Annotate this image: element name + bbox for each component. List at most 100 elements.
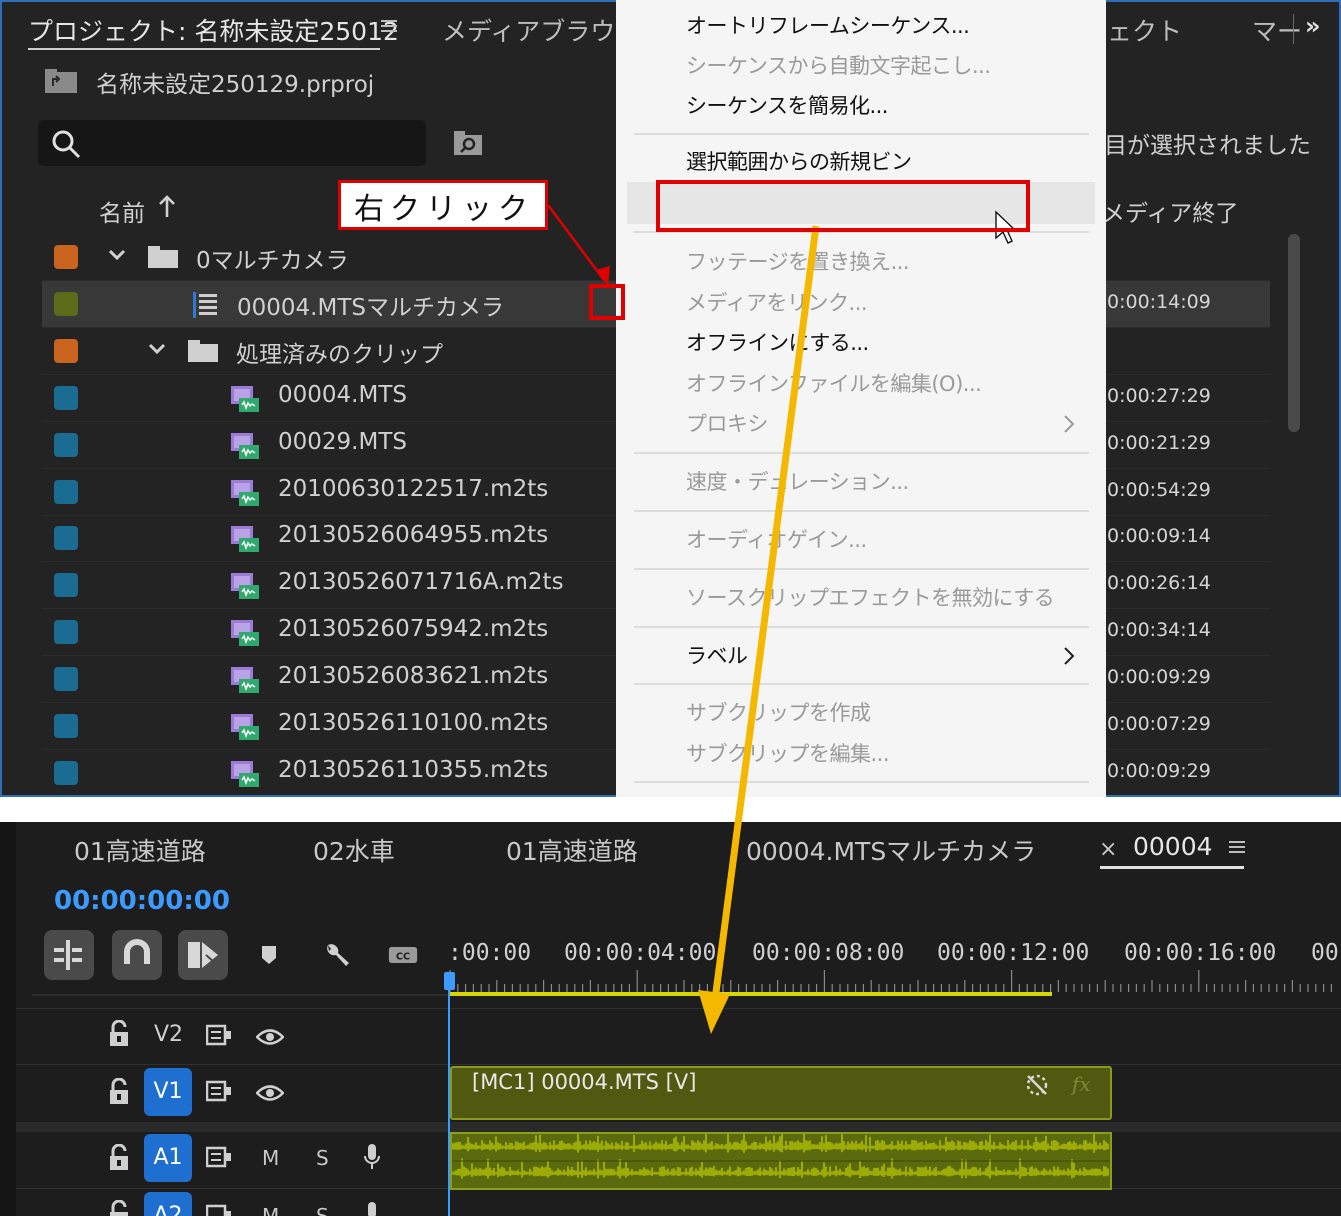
mute-button[interactable]: M (262, 1146, 279, 1170)
multicam-sequence-icon (193, 291, 217, 318)
lock-icon[interactable] (108, 1200, 130, 1216)
label-color-swatch[interactable] (54, 385, 78, 410)
row-media-end: 0:00:27:29 (1107, 384, 1211, 407)
lock-icon[interactable] (108, 1144, 130, 1172)
chevron-down-icon[interactable] (146, 338, 168, 360)
timeline-tab[interactable]: 02水車 (313, 832, 395, 868)
row-name: 処理済みのクリップ (236, 341, 443, 368)
video-clip-icon (231, 385, 259, 412)
menu-separator (634, 510, 1089, 512)
time-ruler[interactable] (446, 934, 1341, 1004)
chevron-down-icon[interactable] (106, 244, 128, 266)
timeline-panel: 01高速道路 02水車 01高速道路 00004.MTSマルチカメラ × 000… (0, 822, 1341, 1216)
multicam-icon (1026, 1074, 1048, 1096)
scrollbar[interactable] (1288, 234, 1300, 432)
tab-media-browser[interactable]: メディアブラウザ (442, 12, 640, 48)
menu-item: プロキシ (686, 412, 769, 436)
panel-menu-icon[interactable] (380, 17, 398, 35)
row-name: 20130526083621.m2ts (278, 663, 549, 690)
video-clip-icon (231, 760, 259, 787)
video-clip-label: [MC1] 00004.MTS [V] (472, 1070, 697, 1094)
sync-lock-icon[interactable] (206, 1146, 232, 1168)
menu-item[interactable]: オートリフレームシーケンス... (686, 10, 970, 40)
menu-item: フッテージを置き換え... (686, 250, 910, 274)
menu-item: オフラインファイルを編集(O)... (686, 372, 982, 396)
timeline-tab-active[interactable]: 00004 (1133, 832, 1213, 861)
label-color-swatch[interactable] (54, 714, 78, 738)
label-color-swatch[interactable] (54, 620, 78, 645)
magnet-icon (124, 939, 150, 964)
column-header-media-end[interactable]: メディア終了 (1102, 194, 1238, 228)
find-bin-icon[interactable] (452, 129, 484, 157)
playhead-line[interactable] (448, 980, 450, 1216)
insert-nest-toggle-button[interactable] (44, 930, 94, 980)
row-media-end: 0:00:14:09 (1107, 290, 1211, 313)
panel-menu-icon[interactable] (1228, 838, 1246, 856)
mute-button[interactable]: M (262, 1204, 279, 1216)
eye-icon[interactable] (256, 1084, 284, 1102)
label-color-swatch[interactable] (54, 479, 78, 504)
column-header-name[interactable]: 名前 (99, 194, 145, 228)
row-name: 20100630122517.m2ts (278, 475, 549, 502)
row-media-end: 0:00:54:29 (1107, 478, 1211, 501)
close-tab-icon[interactable]: × (1099, 837, 1117, 862)
menu-separator (634, 452, 1089, 454)
label-color-swatch[interactable] (54, 526, 78, 551)
playhead-timecode[interactable]: 00:00:00:00 (54, 886, 230, 916)
captions-icon[interactable]: CC (388, 940, 418, 970)
lock-icon[interactable] (108, 1078, 130, 1106)
menu-item[interactable]: ラベル (686, 640, 748, 670)
sort-ascending-icon[interactable] (157, 194, 177, 220)
video-audio-divider (16, 1122, 1341, 1132)
label-color-swatch[interactable] (54, 667, 78, 692)
tab-markers[interactable]: マー (1252, 12, 1302, 48)
linked-selection-icon (188, 942, 218, 968)
menu-item: 速度・デュレーション... (686, 470, 909, 494)
sync-lock-icon[interactable] (206, 1024, 232, 1046)
label-color-swatch[interactable] (54, 338, 78, 363)
label-color-swatch[interactable] (54, 760, 78, 785)
eye-icon[interactable] (256, 1028, 284, 1046)
linked-selection-button[interactable] (178, 930, 228, 980)
add-marker-icon[interactable] (254, 940, 284, 970)
active-tab-underline (1100, 866, 1244, 869)
menu-item: ソースクリップエフェクトを無効にする (686, 586, 1055, 610)
more-tabs-icon[interactable]: » (1305, 12, 1321, 40)
solo-button[interactable]: S (316, 1146, 329, 1170)
wrench-icon[interactable] (322, 940, 352, 970)
folder-icon (148, 246, 178, 268)
timeline-tab[interactable]: 00004.MTSマルチカメラ (746, 832, 1036, 868)
menu-item: サブクリップを編集... (686, 742, 890, 766)
row-name: 00004.MTSマルチカメラ (237, 294, 504, 321)
video-clip-icon (231, 620, 259, 647)
row-name: 0マルチカメラ (196, 248, 349, 274)
nest-icon (54, 940, 82, 970)
menu-item[interactable]: シーケンスを簡易化... (686, 90, 888, 120)
timeline-tab[interactable]: 01高速道路 (74, 832, 206, 868)
label-color-swatch[interactable] (54, 432, 78, 457)
solo-button[interactable]: S (316, 1204, 329, 1216)
track-target-a2[interactable]: A2 (144, 1192, 192, 1216)
menu-item[interactable]: 選択範囲からの新規ビン (686, 146, 912, 176)
track-target-a1[interactable]: A1 (144, 1134, 192, 1182)
microphone-icon[interactable] (362, 1200, 382, 1216)
lock-icon[interactable] (108, 1020, 130, 1048)
label-color-swatch[interactable] (54, 573, 78, 598)
track-name-v2[interactable]: V2 (154, 1022, 183, 1047)
row-media-end: 0:00:09:14 (1107, 525, 1211, 548)
microphone-icon[interactable] (362, 1142, 382, 1172)
label-color-swatch[interactable] (54, 291, 78, 316)
track-target-v1[interactable]: V1 (144, 1068, 192, 1116)
menu-item[interactable]: オフラインにする... (686, 327, 869, 357)
video-clip-icon (231, 667, 259, 694)
search-input[interactable] (38, 120, 426, 166)
sync-lock-icon[interactable] (206, 1204, 232, 1216)
row-name: 20130526071716A.m2ts (278, 569, 564, 596)
timeline-tab[interactable]: 01高速道路 (506, 832, 638, 868)
label-color-swatch[interactable] (54, 245, 78, 269)
fx-badge-icon: fx (1072, 1072, 1091, 1096)
tab-project[interactable]: プロジェクト: 名称未設定25012 (28, 12, 399, 48)
sync-lock-icon[interactable] (206, 1080, 232, 1102)
tab-effects[interactable]: ェクト (1107, 12, 1182, 48)
snap-button[interactable] (112, 930, 162, 980)
